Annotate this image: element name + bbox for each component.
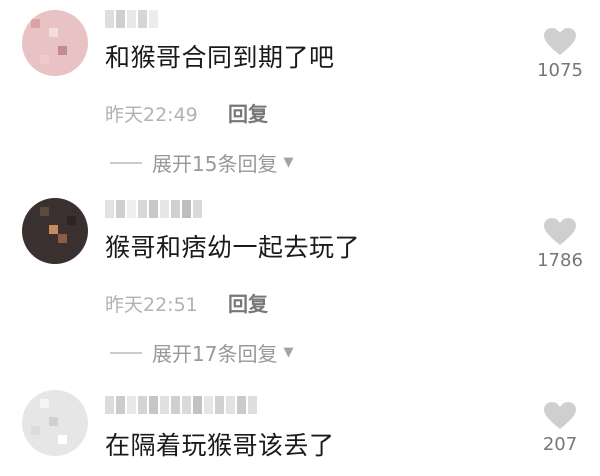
- caret-down-icon: ▼: [283, 155, 294, 170]
- reply-button[interactable]: 回复: [228, 288, 268, 317]
- heart-icon: [544, 218, 576, 245]
- divider-line: [110, 351, 142, 354]
- expand-replies-label: 展开17条回复: [152, 342, 278, 366]
- expand-replies-button[interactable]: 展开17条回复 ▼: [110, 338, 293, 367]
- comment-text: 和猴哥合同到期了吧: [105, 43, 335, 72]
- comment-time: 昨天22:51: [105, 294, 198, 316]
- caret-down-icon: ▼: [283, 345, 294, 360]
- divider-line: [110, 161, 142, 164]
- comment-item: 在隔着玩猴哥该丢了 207: [0, 386, 600, 476]
- avatar[interactable]: [22, 390, 88, 456]
- avatar[interactable]: [22, 198, 88, 264]
- comment-item: 猴哥和痞幼一起去玩了 昨天22:51 回复 展开17条回复 ▼ 1786: [0, 198, 600, 378]
- comment-text: 猴哥和痞幼一起去玩了: [105, 233, 361, 262]
- like-button[interactable]: 207: [530, 402, 590, 455]
- username-blurred[interactable]: [105, 200, 202, 220]
- comment-item: 和猴哥合同到期了吧 昨天22:49 回复 展开15条回复 ▼ 1075: [0, 8, 600, 188]
- avatar[interactable]: [22, 10, 88, 76]
- like-button[interactable]: 1075: [530, 28, 590, 81]
- expand-replies-button[interactable]: 展开15条回复 ▼: [110, 148, 293, 177]
- comment-text: 在隔着玩猴哥该丢了: [105, 431, 335, 460]
- like-count: 1075: [537, 60, 583, 81]
- username-blurred[interactable]: [105, 10, 158, 30]
- reply-button[interactable]: 回复: [228, 98, 268, 127]
- heart-icon: [544, 402, 576, 429]
- like-count: 207: [542, 434, 578, 455]
- heart-icon: [544, 28, 576, 55]
- expand-replies-label: 展开15条回复: [152, 152, 278, 176]
- comment-time: 昨天22:49: [105, 104, 198, 126]
- like-count: 1786: [537, 250, 583, 271]
- like-button[interactable]: 1786: [530, 218, 590, 271]
- username-blurred[interactable]: [105, 396, 257, 416]
